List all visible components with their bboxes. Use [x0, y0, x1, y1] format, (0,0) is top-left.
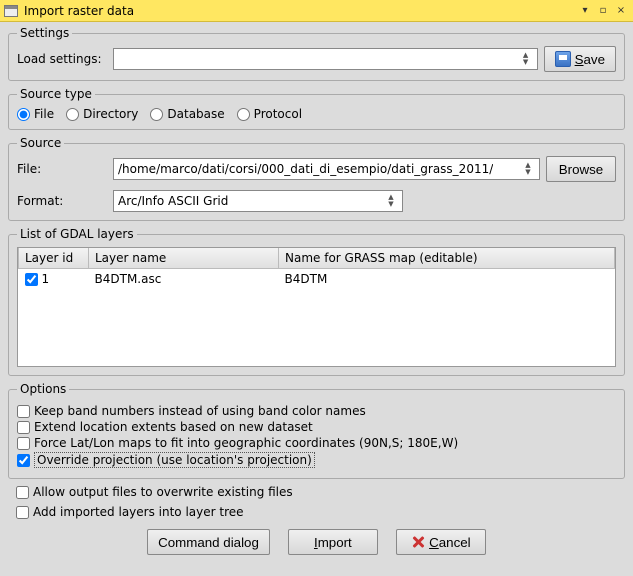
layers-group: List of GDAL layers Layer id Layer name …: [8, 227, 625, 376]
check-extend-loc-input[interactable]: [17, 421, 30, 434]
col-layer-id[interactable]: Layer id: [19, 248, 89, 269]
layers-table: Layer id Layer name Name for GRASS map (…: [18, 248, 615, 289]
browse-button[interactable]: Browse: [546, 156, 616, 182]
content-area: Settings Load settings: ▲▼ Save Source t…: [0, 22, 633, 576]
radio-directory[interactable]: Directory: [66, 107, 138, 121]
check-add-to-tree-input[interactable]: [16, 506, 29, 519]
check-allow-overwrite[interactable]: Allow output files to overwrite existing…: [16, 485, 625, 499]
window: Import raster data ▾ ▫ × Settings Load s…: [0, 0, 633, 576]
source-legend: Source: [17, 136, 64, 150]
check-keep-band-input[interactable]: [17, 405, 30, 418]
source-type-legend: Source type: [17, 87, 95, 101]
window-controls: ▾ ▫ ×: [577, 4, 629, 18]
table-row[interactable]: 1 B4DTM.asc B4DTM: [19, 269, 615, 290]
format-value: Arc/Info ASCII Grid: [118, 194, 228, 208]
file-label: File:: [17, 162, 107, 176]
check-force-latlon[interactable]: Force Lat/Lon maps to fit into geographi…: [17, 436, 616, 450]
settings-legend: Settings: [17, 26, 72, 40]
command-dialog-button[interactable]: Command dialog: [147, 529, 270, 555]
file-input[interactable]: /home/marco/dati/corsi/000_dati_di_esemp…: [113, 158, 540, 180]
radio-protocol[interactable]: Protocol: [237, 107, 302, 121]
layers-legend: List of GDAL layers: [17, 227, 137, 241]
options-legend: Options: [17, 382, 69, 396]
cancel-button[interactable]: Cancel: [396, 529, 486, 555]
maximize-icon[interactable]: ▫: [595, 4, 611, 18]
row-layer-name: B4DTM.asc: [89, 269, 279, 290]
extra-options: Allow output files to overwrite existing…: [12, 485, 625, 519]
row-check[interactable]: 1: [25, 272, 83, 286]
minimize-icon[interactable]: ▾: [577, 4, 593, 18]
settings-group: Settings Load settings: ▲▼ Save: [8, 26, 625, 81]
load-settings-label: Load settings:: [17, 52, 107, 66]
radio-protocol-input[interactable]: [237, 108, 250, 121]
import-button[interactable]: Import: [288, 529, 378, 555]
app-icon: [4, 5, 18, 17]
check-override-proj-input[interactable]: [17, 454, 30, 467]
file-input-value: /home/marco/dati/corsi/000_dati_di_esemp…: [118, 162, 493, 176]
save-icon: [555, 51, 571, 67]
options-group: Options Keep band numbers instead of usi…: [8, 382, 625, 479]
titlebar[interactable]: Import raster data ▾ ▫ ×: [0, 0, 633, 22]
check-extend-loc[interactable]: Extend location extents based on new dat…: [17, 420, 616, 434]
col-grass-name[interactable]: Name for GRASS map (editable): [279, 248, 615, 269]
radio-file-input[interactable]: [17, 108, 30, 121]
check-allow-overwrite-input[interactable]: [16, 486, 29, 499]
source-group: Source File: /home/marco/dati/corsi/000_…: [8, 136, 625, 221]
format-combo[interactable]: Arc/Info ASCII Grid ▲▼: [113, 190, 403, 212]
window-title: Import raster data: [24, 4, 134, 18]
check-keep-band[interactable]: Keep band numbers instead of using band …: [17, 404, 616, 418]
combo-spinner-icon[interactable]: ▲▼: [519, 52, 533, 66]
close-icon[interactable]: ×: [613, 4, 629, 18]
cancel-icon: [411, 535, 425, 549]
radio-database[interactable]: Database: [150, 107, 224, 121]
combo-spinner-icon[interactable]: ▲▼: [384, 194, 398, 208]
file-spinner-icon[interactable]: ▲▼: [521, 162, 535, 176]
layers-table-wrap[interactable]: Layer id Layer name Name for GRASS map (…: [17, 247, 616, 367]
save-button[interactable]: Save: [544, 46, 616, 72]
source-type-radios: File Directory Database Protocol: [17, 107, 616, 121]
radio-database-input[interactable]: [150, 108, 163, 121]
check-add-to-tree[interactable]: Add imported layers into layer tree: [16, 505, 625, 519]
col-layer-name[interactable]: Layer name: [89, 248, 279, 269]
row-grass-name[interactable]: B4DTM: [279, 269, 615, 290]
check-force-latlon-input[interactable]: [17, 437, 30, 450]
source-type-group: Source type File Directory Database Prot…: [8, 87, 625, 130]
format-label: Format:: [17, 194, 107, 208]
check-override-proj[interactable]: Override projection (use location's proj…: [17, 452, 616, 468]
row-check-input[interactable]: [25, 273, 38, 286]
dialog-buttons: Command dialog Import Cancel: [8, 529, 625, 555]
radio-file[interactable]: File: [17, 107, 54, 121]
load-settings-combo[interactable]: ▲▼: [113, 48, 538, 70]
radio-directory-input[interactable]: [66, 108, 79, 121]
